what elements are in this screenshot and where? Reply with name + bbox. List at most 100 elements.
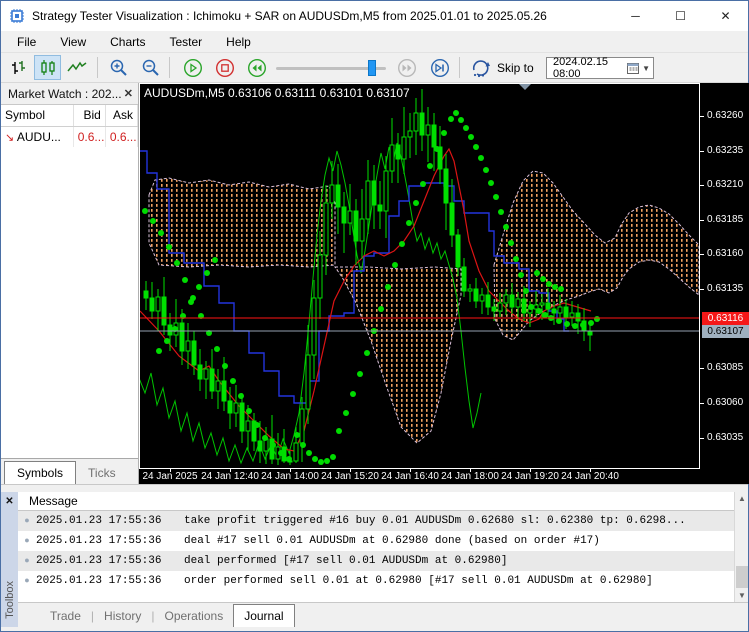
sar-dot <box>552 284 558 290</box>
candle-body <box>192 341 196 365</box>
candle-body <box>216 381 220 391</box>
candle-body <box>414 113 418 131</box>
sar-dot <box>222 363 228 369</box>
sar-dot <box>572 323 578 329</box>
sar-dot <box>483 167 489 173</box>
candle-body <box>270 439 274 459</box>
skip-to-button[interactable] <box>467 55 494 80</box>
candle-body <box>204 369 208 379</box>
window-title: Strategy Tester Visualization : Ichimoku… <box>32 9 613 23</box>
zoom-out-button[interactable] <box>137 55 164 80</box>
candle-body <box>570 313 574 317</box>
play-button[interactable] <box>179 55 206 80</box>
candle-body <box>456 235 460 267</box>
sar-dot <box>278 450 284 456</box>
scroll-up-icon[interactable]: ▲ <box>735 492 749 505</box>
price-axis[interactable]: 0.63116 0.63107 0.632600.632350.632100.6… <box>700 83 749 469</box>
sar-dot <box>463 125 469 131</box>
stop-button[interactable] <box>211 55 238 80</box>
skip-to-date-input[interactable]: 2024.02.15 08:00 ▼ <box>546 57 654 79</box>
candle-body <box>354 211 358 241</box>
tab-history[interactable]: History <box>94 605 151 627</box>
journal-row[interactable]: ●2025.01.23 17:55:36deal performed [#17 … <box>18 551 748 571</box>
market-watch-title: Market Watch : 202... <box>8 87 124 101</box>
candle-body <box>552 309 556 313</box>
candle-body <box>186 341 190 351</box>
journal-message: order performed sell 0.01 at 0.62980 [#1… <box>184 575 653 587</box>
sar-dot <box>324 458 330 464</box>
price-tick <box>700 438 704 439</box>
tab-journal[interactable]: Journal <box>233 604 294 627</box>
price-tick <box>700 151 704 152</box>
line-chart-button[interactable] <box>63 55 90 80</box>
scroll-down-icon[interactable]: ▼ <box>735 589 749 602</box>
chart-plot[interactable]: AUDUSDm,M5 0.63106 0.63111 0.63101 0.631… <box>139 83 700 469</box>
tab-ticks[interactable]: Ticks <box>76 462 128 484</box>
menu-tester[interactable]: Tester <box>157 33 214 51</box>
sar-dot <box>434 146 440 152</box>
speed-slider[interactable] <box>276 67 386 70</box>
tab-operations[interactable]: Operations <box>155 605 234 627</box>
time-label: 24 Jan 12:40 <box>197 471 263 482</box>
menu-charts[interactable]: Charts <box>98 33 157 51</box>
skip-to-date-value: 2024.02.15 08:00 <box>553 56 627 80</box>
sar-dot <box>286 456 292 462</box>
candle-body <box>444 169 448 203</box>
time-label: 24 Jan 15:20 <box>317 471 383 482</box>
column-header-ask[interactable]: Ask <box>105 105 137 126</box>
market-watch-symbol-row[interactable]: ↘ AUDU...0.6...0.6... <box>1 126 138 147</box>
maximize-button[interactable]: ☐ <box>658 1 703 31</box>
price-label: 0.63035 <box>707 432 743 443</box>
menu-help[interactable]: Help <box>214 33 263 51</box>
toolbar: Skip to 2024.02.15 08:00 ▼ <box>1 53 748 83</box>
symbol-cell[interactable]: ↘ AUDU... <box>1 126 73 147</box>
tab-trade[interactable]: Trade <box>40 605 91 627</box>
time-axis[interactable]: 24 Jan 202524 Jan 12:4024 Jan 14:0024 Ja… <box>139 469 749 484</box>
candle-body <box>246 421 250 431</box>
scrollbar-thumb[interactable] <box>736 566 748 588</box>
menu-view[interactable]: View <box>48 33 98 51</box>
column-header-bid[interactable]: Bid <box>73 105 105 126</box>
sar-dot <box>413 200 419 206</box>
column-header-symbol[interactable]: Symbol <box>1 105 73 126</box>
skip-to-label: Skip to <box>497 61 534 75</box>
panel-splitter[interactable] <box>1 484 748 492</box>
price-tick <box>700 116 704 117</box>
skip-to-end-button[interactable] <box>426 55 453 80</box>
price-label: 0.63060 <box>707 397 743 408</box>
sar-dot <box>204 270 210 276</box>
journal-time: 2025.01.23 17:55:36 <box>36 515 184 527</box>
sar-dot <box>458 117 464 123</box>
close-button[interactable]: ✕ <box>703 1 748 31</box>
candle-body <box>258 441 262 451</box>
menu-file[interactable]: File <box>5 33 48 51</box>
sar-dot <box>588 320 594 326</box>
market-watch-close-icon[interactable]: ✕ <box>124 87 133 100</box>
bar-chart-button[interactable] <box>5 55 32 80</box>
market-watch-header-row: SymbolBidAsk <box>1 105 138 126</box>
tab-symbols[interactable]: Symbols <box>4 461 76 484</box>
candle-body <box>294 443 298 461</box>
toolbox-close-icon[interactable]: ✕ <box>5 496 13 507</box>
market-watch-table: SymbolBidAsk ↘ AUDU...0.6...0.6... <box>1 105 138 147</box>
journal-row[interactable]: ●2025.01.23 17:55:36deal #17 sell 0.01 A… <box>18 531 748 551</box>
market-watch-panel: Market Watch : 202... ✕ SymbolBidAsk ↘ A… <box>1 83 139 484</box>
minimize-button[interactable]: ─ <box>613 1 658 31</box>
sar-dot <box>300 442 306 448</box>
rewind-button[interactable] <box>243 55 270 80</box>
sar-dot <box>294 432 300 438</box>
candle-body <box>588 331 592 335</box>
toolbox-tabs: Trade|History|OperationsJournal <box>18 602 748 627</box>
candle-body <box>300 409 304 443</box>
candle-body <box>576 313 580 321</box>
journal-row[interactable]: ●2025.01.23 17:55:36order performed sell… <box>18 571 748 591</box>
sar-dot <box>399 241 405 247</box>
journal-row[interactable]: ●2025.01.23 17:55:36take profit triggere… <box>18 511 748 531</box>
journal-scrollbar[interactable]: ▲ ▼ <box>734 492 748 602</box>
zoom-in-button[interactable] <box>105 55 132 80</box>
speed-slider-handle[interactable] <box>368 60 376 76</box>
candle-body <box>432 125 436 147</box>
date-dropdown-arrow[interactable]: ▼ <box>642 64 650 73</box>
candle-body <box>486 295 490 307</box>
candle-chart-button[interactable] <box>34 55 61 80</box>
